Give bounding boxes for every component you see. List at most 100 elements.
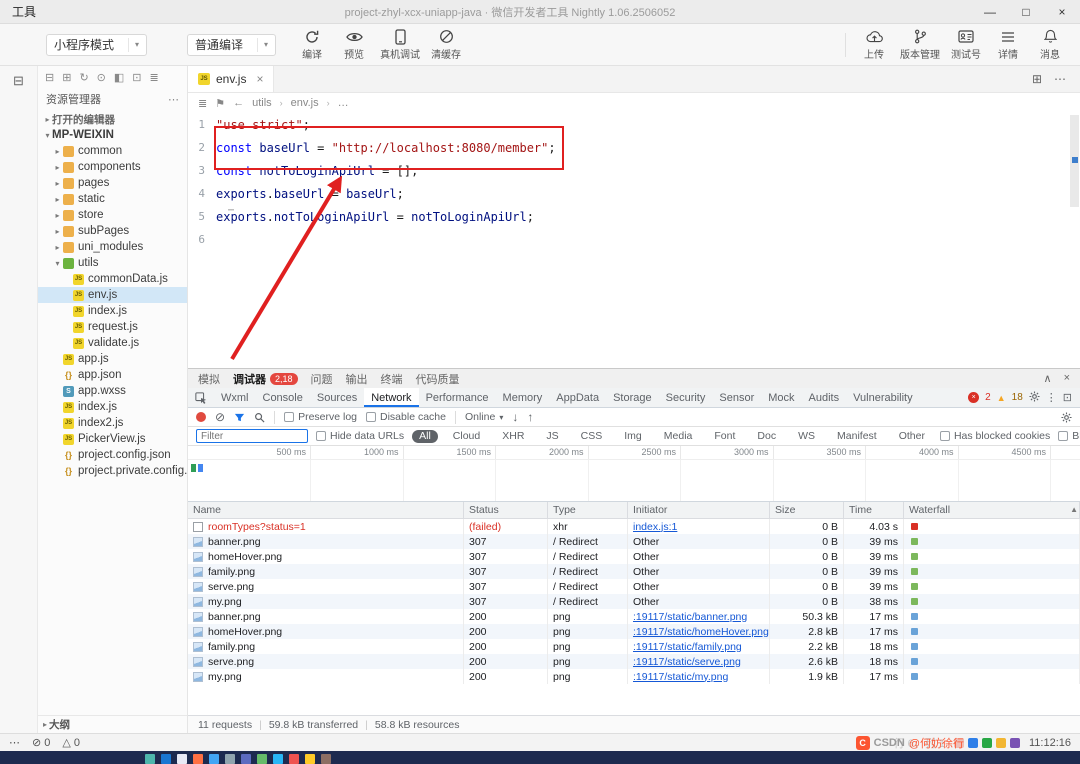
code-line[interactable]: 5exports.notToLoginApiUrl = notToLoginAp… (188, 205, 1080, 228)
tree-item-store[interactable]: ▸store (38, 207, 187, 223)
network-row[interactable]: banner.png200png:19117/static/banner.png… (188, 609, 1080, 624)
network-row[interactable]: homeHover.png200png:19117/static/homeHov… (188, 624, 1080, 639)
network-row[interactable]: serve.png200png:19117/static/serve.png2.… (188, 654, 1080, 669)
preserve-log-checkbox[interactable]: Preserve log (284, 411, 357, 423)
record-icon[interactable] (196, 412, 206, 422)
code-line[interactable]: 3const notToLoginApiUrl = []; (188, 159, 1080, 182)
blocked-requests-checkbox[interactable]: Blocked Requests (1058, 430, 1080, 442)
refresh-icon[interactable]: ↻ (79, 71, 88, 84)
status-plugin-icon[interactable] (996, 738, 1006, 748)
panel-tab--[interactable]: 问题 (311, 371, 333, 387)
tree-item-app.wxss[interactable]: Sapp.wxss (38, 383, 187, 399)
panel-layout-icon[interactable]: ⊟ (13, 73, 24, 89)
column-header-initiator[interactable]: Initiator (628, 502, 770, 518)
tree-item-pages[interactable]: ▸pages (38, 175, 187, 191)
filter-pill-doc[interactable]: Doc (750, 430, 783, 443)
devtools-tab-wxml[interactable]: Wxml (214, 388, 256, 407)
column-header-name[interactable]: Name (188, 502, 464, 518)
tree-item-project.config.json[interactable]: {}project.config.json (38, 447, 187, 463)
panel-tab--[interactable]: 输出 (346, 371, 368, 387)
compile-mode-select[interactable]: 普通编译 ▾ (187, 34, 276, 56)
devtools-tab-appdata[interactable]: AppData (549, 388, 606, 407)
minimize-button[interactable]: — (972, 0, 1008, 23)
split-icon[interactable]: ⊞ (62, 71, 71, 84)
tree-item-pickerview.js[interactable]: JSPickerView.js (38, 431, 187, 447)
preview-button[interactable]: 预览 (334, 25, 374, 65)
tree-item--[interactable]: ▸打开的编辑器 (38, 111, 187, 127)
tree-item-request.js[interactable]: JSrequest.js (38, 319, 187, 335)
devtools-tab-audits[interactable]: Audits (802, 388, 847, 407)
breadcrumb-item[interactable]: … (338, 97, 349, 109)
layout-icon[interactable]: ◧ (114, 71, 124, 84)
close-tab-icon[interactable]: × (256, 72, 263, 86)
has-blocked-cookies-checkbox[interactable]: Has blocked cookies (940, 430, 1050, 442)
network-overview[interactable] (188, 460, 1080, 502)
disable-cache-checkbox[interactable]: Disable cache (366, 411, 446, 423)
column-header-size[interactable]: Size (770, 502, 844, 518)
tree-item-validate.js[interactable]: JSvalidate.js (38, 335, 187, 351)
tree-item-components[interactable]: ▸components (38, 159, 187, 175)
status-error-count[interactable]: ⊘ 0 (32, 736, 50, 749)
network-row[interactable]: banner.png307/ RedirectOther0 B39 ms (188, 534, 1080, 549)
close-panel-icon[interactable]: × (1064, 372, 1070, 385)
breadcrumb-item[interactable]: env.js (291, 97, 319, 109)
editor-more-icon[interactable]: ⋯ (1054, 72, 1066, 86)
menu-tools[interactable]: 工具 (0, 0, 48, 23)
initiator-link[interactable]: :19117/static/family.png (633, 641, 742, 653)
panel-tab--[interactable]: 终端 (381, 371, 403, 387)
tree-item-utils[interactable]: ▾utils (38, 255, 187, 271)
import-har-icon[interactable]: ↓ (512, 410, 518, 424)
code-line[interactable]: 1"use strict"; (188, 113, 1080, 136)
export-har-icon[interactable]: ↑ (527, 410, 533, 424)
filter-pill-js[interactable]: JS (539, 430, 565, 443)
network-row[interactable]: family.png307/ RedirectOther0 B39 ms (188, 564, 1080, 579)
network-filter-input[interactable] (196, 429, 308, 443)
tree-item-env.js[interactable]: JSenv.js (38, 287, 187, 303)
filter-pill-manifest[interactable]: Manifest (830, 430, 884, 443)
status-plugin-icon[interactable] (968, 738, 978, 748)
taskbar-app-icon[interactable] (321, 754, 331, 764)
network-row[interactable]: my.png307/ RedirectOther0 B38 ms (188, 594, 1080, 609)
devtools-tab-storage[interactable]: Storage (606, 388, 659, 407)
upload-button[interactable]: 上传 (854, 25, 894, 65)
filter-pill-ws[interactable]: WS (791, 430, 822, 443)
filter-pill-other[interactable]: Other (892, 430, 932, 443)
status-plugin-icon[interactable] (1010, 738, 1020, 748)
devtools-tab-network[interactable]: Network (364, 388, 418, 407)
tree-item-app.json[interactable]: {}app.json (38, 367, 187, 383)
outline-menu-icon[interactable]: ≣ (198, 97, 207, 110)
back-icon[interactable]: ← (233, 97, 244, 109)
taskbar-app-icon[interactable] (209, 754, 219, 764)
initiator-link[interactable]: :19117/static/homeHover.png (633, 626, 769, 638)
filter-pill-font[interactable]: Font (707, 430, 742, 443)
search-icon[interactable]: ⊙ (97, 71, 106, 84)
tree-item-index.js[interactable]: JSindex.js (38, 399, 187, 415)
maximize-button[interactable]: □ (1008, 0, 1044, 23)
status-more-icon[interactable]: ⋯ (9, 736, 20, 749)
column-header-type[interactable]: Type (548, 502, 628, 518)
filter-pill-img[interactable]: Img (617, 430, 649, 443)
taskbar-app-icon[interactable] (273, 754, 283, 764)
taskbar-app-icon[interactable] (161, 754, 171, 764)
split-editor-icon[interactable]: ⊞ (1032, 72, 1042, 86)
breadcrumb-item[interactable]: utils (252, 97, 272, 109)
code-line[interactable]: 6 (188, 228, 1080, 251)
devtools-tab-sensor[interactable]: Sensor (712, 388, 761, 407)
taskbar-app-icon[interactable] (193, 754, 203, 764)
collapse-panel-icon[interactable]: ∧ (1044, 372, 1052, 385)
initiator-link[interactable]: :19117/static/my.png (633, 671, 728, 683)
tree-item-subpages[interactable]: ▸subPages (38, 223, 187, 239)
test-account-button[interactable]: 测试号 (946, 25, 986, 65)
panel-tab--[interactable]: 代码质量 (416, 371, 460, 387)
devtools-tab-performance[interactable]: Performance (419, 388, 496, 407)
throttling-select[interactable]: Online ▾ (465, 411, 503, 423)
dock-side-icon[interactable]: ⊡ (1063, 391, 1072, 404)
tree-item-project.private.config.js-[interactable]: {}project.private.config.js… (38, 463, 187, 479)
network-row[interactable]: family.png200png:19117/static/family.png… (188, 639, 1080, 654)
filter-pill-css[interactable]: CSS (574, 430, 610, 443)
details-button[interactable]: 详情 (988, 25, 1028, 65)
taskbar-app-icon[interactable] (289, 754, 299, 764)
panel-tab--[interactable]: 调试器2,18 (233, 371, 298, 387)
tree-item-index.js[interactable]: JSindex.js (38, 303, 187, 319)
network-settings-icon[interactable] (1061, 412, 1072, 423)
